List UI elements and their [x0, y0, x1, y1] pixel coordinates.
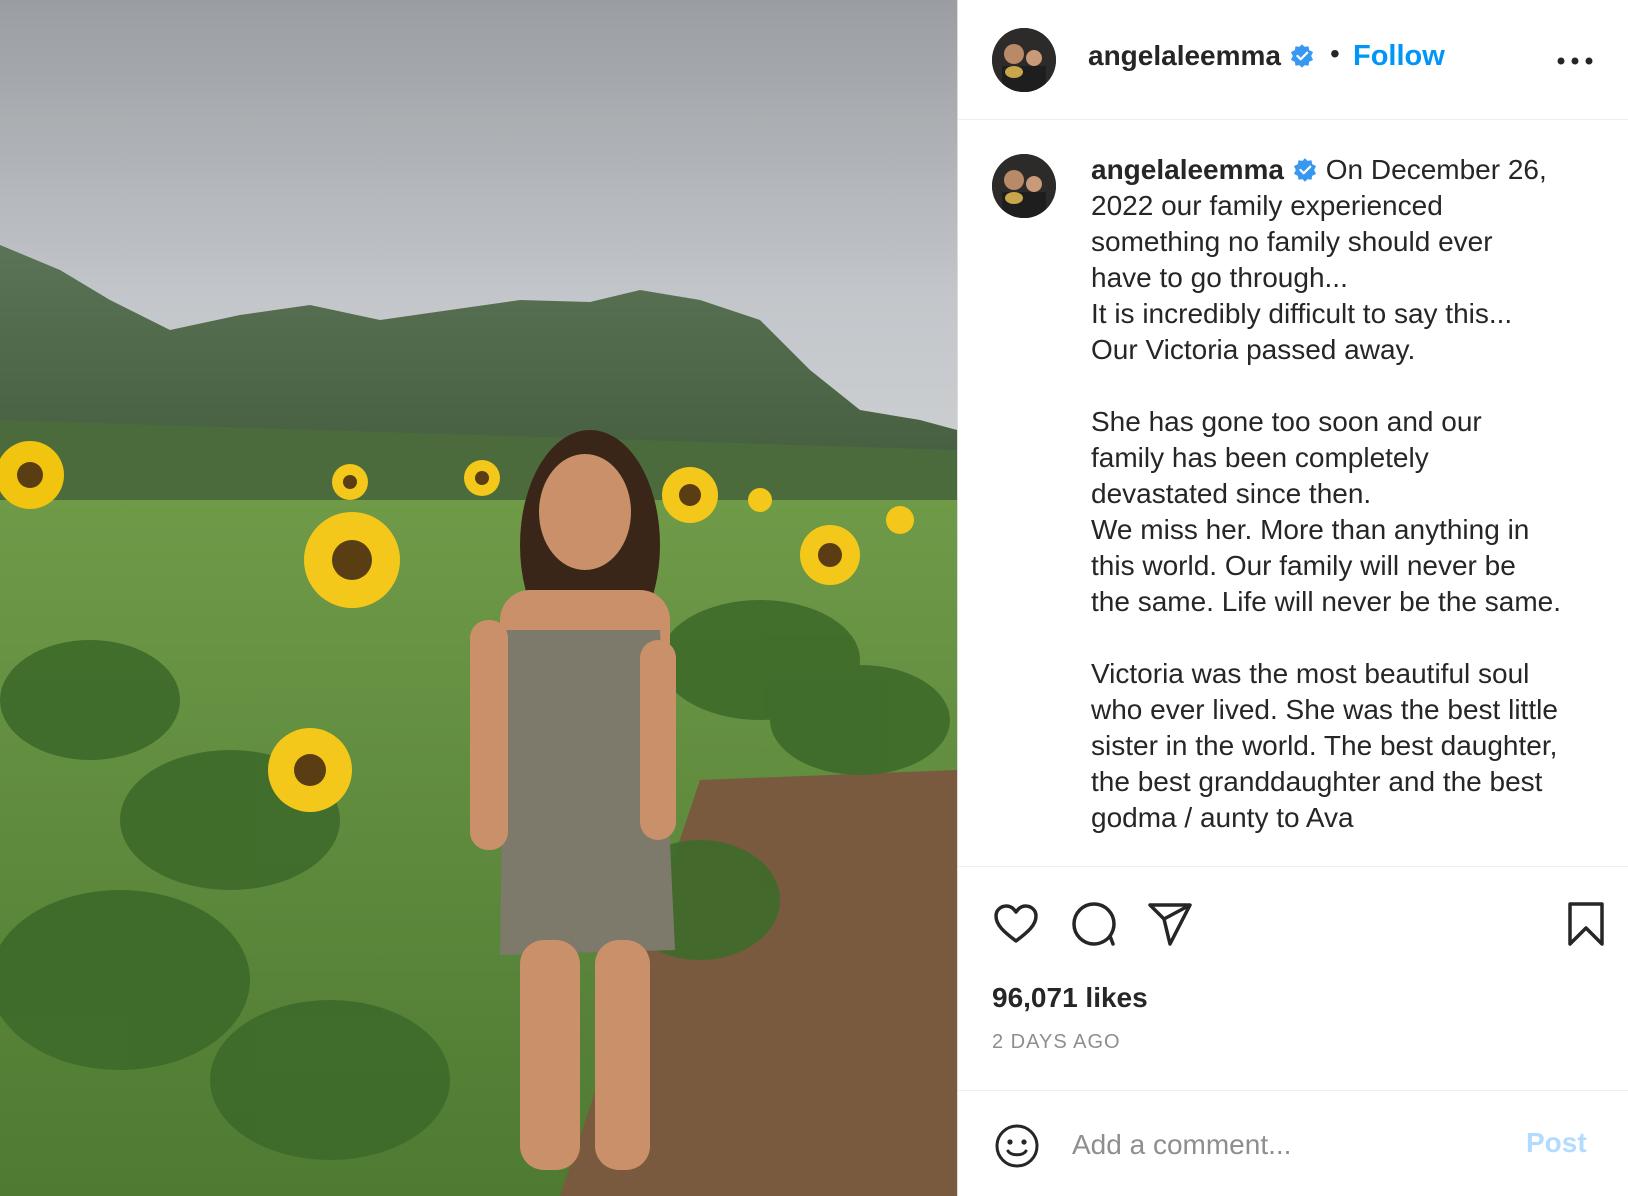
comment-input[interactable]	[1070, 1119, 1504, 1171]
post-header: angelaleemma • Follow	[958, 0, 1628, 120]
caption-username[interactable]: angelaleemma	[1091, 154, 1284, 185]
post-photo[interactable]	[0, 0, 957, 1196]
post-timestamp[interactable]: 2 DAYS AGO	[992, 1031, 1121, 1054]
caption-text: On December 26, 2022 our family experien…	[1091, 154, 1562, 833]
verified-badge-icon	[1290, 44, 1314, 68]
caption-avatar[interactable]	[992, 154, 1056, 218]
verified-badge-icon	[1293, 158, 1317, 182]
bookmark-icon[interactable]	[1562, 900, 1610, 948]
post-image	[0, 0, 957, 1196]
caption-section: angelaleemma On December 26, 2022 our fa…	[958, 120, 1628, 867]
post-comment-button[interactable]: Post	[1526, 1127, 1587, 1159]
separator-dot: •	[1330, 38, 1340, 69]
post-details-panel: angelaleemma • Follow angelaleemma On De…	[957, 0, 1628, 1196]
smiley-icon[interactable]	[994, 1123, 1040, 1169]
comment-form: Post	[958, 1090, 1628, 1196]
likes-count[interactable]: 96,071 likes	[992, 982, 1148, 1014]
username-link[interactable]: angelaleemma	[1088, 40, 1315, 72]
heart-icon[interactable]	[992, 900, 1040, 948]
follow-button[interactable]: Follow	[1353, 40, 1445, 73]
more-horizontal-icon[interactable]	[1555, 46, 1595, 76]
paper-plane-icon[interactable]	[1146, 900, 1194, 948]
post-caption: angelaleemma On December 26, 2022 our fa…	[1091, 152, 1561, 836]
comment-bubble-icon[interactable]	[1070, 900, 1118, 948]
action-bar	[958, 880, 1628, 960]
avatar[interactable]	[992, 28, 1056, 92]
